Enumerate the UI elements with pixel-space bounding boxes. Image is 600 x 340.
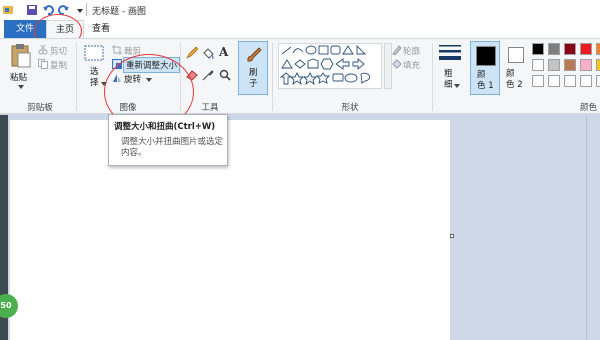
color2-button[interactable]: 颜 色 2 [504, 41, 528, 95]
group-separator [432, 43, 433, 111]
text-tool-icon[interactable]: A [219, 45, 228, 59]
palette-swatch[interactable] [548, 75, 560, 87]
window-title: 无标题 - 画图 [92, 7, 146, 17]
workspace-scroll-edge [586, 115, 587, 340]
size-dropdown-icon[interactable] [454, 82, 460, 92]
color1-button[interactable]: 颜 色 1 [470, 41, 500, 95]
tooltip: 调整大小和扭曲(Ctrl+W) 调整大小并扭曲图片或选定内容。 [108, 114, 228, 166]
group-label-clipboard: 剪贴板 [27, 103, 53, 113]
palette-swatch[interactable] [548, 59, 560, 71]
drawing-canvas[interactable] [10, 120, 450, 340]
group-label-colors: 颜色 [580, 103, 598, 113]
brush-icon [244, 45, 264, 65]
palette-swatch[interactable] [580, 59, 592, 71]
outline-button[interactable]: 轮廓 [403, 45, 420, 57]
cut-icon[interactable] [38, 44, 48, 55]
paste-button[interactable]: 粘贴 [10, 71, 27, 83]
shapes-gallery[interactable] [278, 43, 382, 89]
magnifier-icon[interactable] [219, 69, 231, 81]
paint-app-icon [2, 4, 14, 16]
tooltip-title: 调整大小和扭曲(Ctrl+W) [114, 122, 216, 132]
save-icon[interactable] [26, 4, 38, 16]
palette-swatch[interactable] [596, 59, 600, 71]
paste-icon[interactable] [10, 43, 32, 69]
size-button[interactable]: 粗 细 [444, 69, 453, 91]
title-bar: 无标题 - 画图 [0, 0, 600, 20]
select-button[interactable]: 选 择 [90, 67, 99, 89]
tooltip-body: 调整大小并扭曲图片或选定内容。 [121, 137, 224, 158]
ribbon-tab-bar: 文件 主页 查看 [0, 20, 600, 38]
palette-swatch[interactable] [564, 59, 576, 71]
group-label-tools: 工具 [201, 103, 219, 113]
color2-swatch [508, 47, 524, 63]
palette-swatch[interactable] [596, 75, 600, 87]
paste-dropdown-icon[interactable] [18, 83, 24, 93]
crop-icon[interactable] [112, 45, 122, 55]
pencil-icon[interactable] [186, 46, 199, 59]
color2-label: 颜 色 2 [506, 69, 523, 90]
group-separator [76, 43, 77, 111]
palette-swatch[interactable] [580, 75, 592, 87]
fill-icon[interactable] [392, 59, 402, 69]
copy-button[interactable]: 复制 [50, 59, 67, 71]
color-palette [532, 43, 600, 93]
color-picker-icon[interactable] [202, 69, 214, 81]
palette-swatch[interactable] [564, 43, 576, 55]
palette-swatch[interactable] [580, 43, 592, 55]
shapes-scrollbar[interactable] [384, 43, 392, 89]
copy-icon[interactable] [38, 59, 48, 69]
palette-swatch[interactable] [548, 43, 560, 55]
group-separator [272, 43, 273, 111]
outline-icon[interactable] [392, 45, 402, 56]
palette-swatch[interactable] [532, 43, 544, 55]
color1-swatch [476, 46, 496, 66]
color1-label: 颜 色 1 [477, 70, 494, 91]
canvas-resize-handle-right[interactable] [450, 234, 454, 238]
title-separator [86, 3, 87, 16]
brushes-label: 刷 子 [249, 68, 258, 89]
fill-bucket-icon[interactable] [202, 47, 214, 60]
brushes-button[interactable]: 刷 子 [238, 41, 268, 95]
size-icon[interactable] [438, 43, 462, 65]
group-label-shapes: 形状 [341, 103, 359, 113]
customize-qat-icon[interactable] [74, 4, 86, 16]
palette-swatch[interactable] [532, 59, 544, 71]
select-icon[interactable] [84, 45, 104, 61]
cut-button[interactable]: 剪切 [50, 45, 67, 57]
fill-button[interactable]: 填充 [403, 59, 420, 71]
palette-swatch[interactable] [564, 75, 576, 87]
tab-view[interactable]: 查看 [86, 20, 116, 38]
palette-swatch[interactable] [596, 43, 600, 55]
palette-swatch[interactable] [532, 75, 544, 87]
ribbon: 粘贴 剪切 复制 剪贴板 选 择 裁剪 重新调整大小 旋转 图像 A 工具 刷 … [0, 38, 600, 114]
